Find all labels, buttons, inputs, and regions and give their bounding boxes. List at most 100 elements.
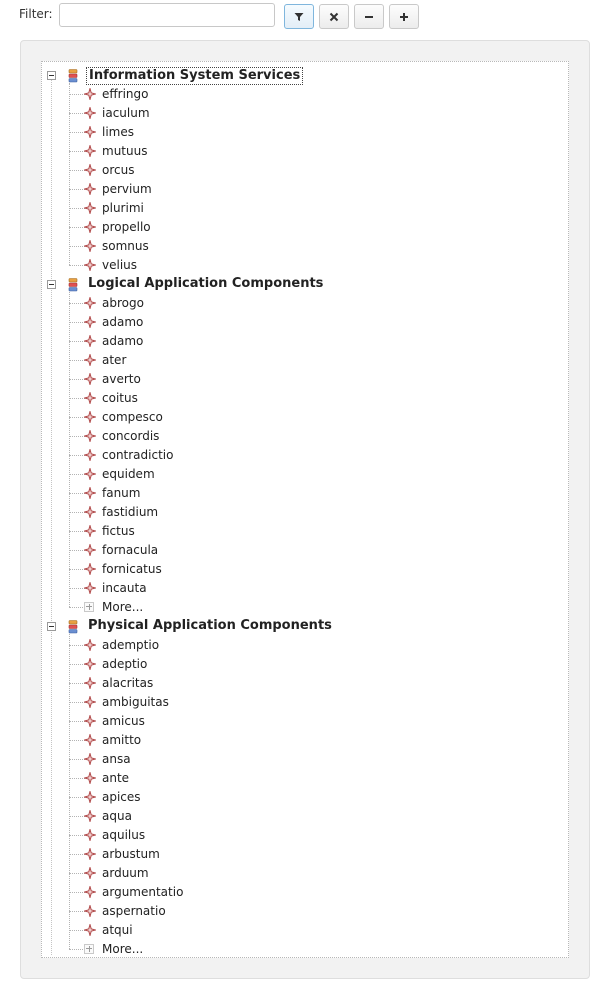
- tree-item[interactable]: somnus: [42, 237, 568, 256]
- tree-item[interactable]: propello: [42, 218, 568, 237]
- tree-item-label[interactable]: ater: [102, 352, 126, 368]
- tree-item[interactable]: amicus: [42, 712, 568, 731]
- tree-item[interactable]: apices: [42, 788, 568, 807]
- tree-item-label[interactable]: orcus: [102, 162, 134, 178]
- tree-item[interactable]: velius: [42, 256, 568, 275]
- tree-item-label[interactable]: amicus: [102, 713, 145, 729]
- tree-item-label[interactable]: equidem: [102, 466, 155, 482]
- tree-item-label[interactable]: incauta: [102, 580, 147, 596]
- tree-item-label[interactable]: plurimi: [102, 200, 144, 216]
- tree-item[interactable]: adamo: [42, 313, 568, 332]
- filter-input[interactable]: [59, 3, 275, 27]
- more-link[interactable]: More...: [102, 941, 143, 957]
- tree-item-label[interactable]: abrogo: [102, 295, 144, 311]
- tree-item-label[interactable]: iaculum: [102, 105, 150, 121]
- tree-item-label[interactable]: argumentatio: [102, 884, 183, 900]
- tree-item[interactable]: equidem: [42, 465, 568, 484]
- tree-item[interactable]: mutuus: [42, 142, 568, 161]
- tree-item[interactable]: concordis: [42, 427, 568, 446]
- tree-item-label[interactable]: apices: [102, 789, 141, 805]
- collapse-toggle-icon[interactable]: [47, 622, 56, 631]
- tree-item[interactable]: ansa: [42, 750, 568, 769]
- tree-item[interactable]: fornicatus: [42, 560, 568, 579]
- tree-item-label[interactable]: contradictio: [102, 447, 173, 463]
- tree-item-label[interactable]: mutuus: [102, 143, 147, 159]
- tree-item[interactable]: limes: [42, 123, 568, 142]
- tree-item-label[interactable]: velius: [102, 257, 137, 273]
- tree-item-label[interactable]: arbustum: [102, 846, 160, 862]
- tree-item-label[interactable]: ante: [102, 770, 129, 786]
- tree-item[interactable]: compesco: [42, 408, 568, 427]
- more-row[interactable]: More...: [42, 940, 568, 959]
- collapse-toggle-icon[interactable]: [47, 71, 56, 80]
- tree-item-label[interactable]: fornacula: [102, 542, 158, 558]
- tree-item-label[interactable]: fornicatus: [102, 561, 162, 577]
- tree-item-label[interactable]: averto: [102, 371, 141, 387]
- tree-item-label[interactable]: ambiguitas: [102, 694, 169, 710]
- tree-item-label[interactable]: concordis: [102, 428, 159, 444]
- more-link[interactable]: More...: [102, 599, 143, 615]
- tree-item-label[interactable]: adamo: [102, 314, 143, 330]
- tree-item[interactable]: coitus: [42, 389, 568, 408]
- tree-item-label[interactable]: somnus: [102, 238, 149, 254]
- tree-item-label[interactable]: atqui: [102, 922, 133, 938]
- tree-item-label[interactable]: pervium: [102, 181, 152, 197]
- tree-item-label[interactable]: coitus: [102, 390, 138, 406]
- tree-item[interactable]: ante: [42, 769, 568, 788]
- tree-item-label[interactable]: limes: [102, 124, 134, 140]
- tree-item[interactable]: incauta: [42, 579, 568, 598]
- tree-item-label[interactable]: alacritas: [102, 675, 153, 691]
- tree-item[interactable]: fastidium: [42, 503, 568, 522]
- tree-item-label[interactable]: effringo: [102, 86, 148, 102]
- tree-item-label[interactable]: propello: [102, 219, 151, 235]
- tree-group-label[interactable]: Physical Application Components: [86, 618, 334, 634]
- tree-item[interactable]: fornacula: [42, 541, 568, 560]
- tree-item[interactable]: averto: [42, 370, 568, 389]
- tree-item-label[interactable]: fanum: [102, 485, 140, 501]
- tree-item[interactable]: adeptio: [42, 655, 568, 674]
- tree-item-label[interactable]: compesco: [102, 409, 163, 425]
- tree-item-label[interactable]: arduum: [102, 865, 149, 881]
- tree-item[interactable]: adamo: [42, 332, 568, 351]
- tree-item[interactable]: plurimi: [42, 199, 568, 218]
- tree-item[interactable]: atqui: [42, 921, 568, 940]
- tree-item-label[interactable]: aqua: [102, 808, 132, 824]
- tree-item[interactable]: arbustum: [42, 845, 568, 864]
- tree-item-label[interactable]: adeptio: [102, 656, 147, 672]
- tree-group[interactable]: Physical Application Components: [42, 617, 568, 636]
- tree-item-label[interactable]: ansa: [102, 751, 131, 767]
- expand-more-icon[interactable]: [84, 944, 94, 954]
- tree-group-label[interactable]: Logical Application Components: [86, 276, 325, 292]
- tree-item[interactable]: abrogo: [42, 294, 568, 313]
- tree-item[interactable]: argumentatio: [42, 883, 568, 902]
- filter-button[interactable]: [284, 4, 314, 29]
- expand-all-button[interactable]: [389, 4, 419, 29]
- tree-item[interactable]: ambiguitas: [42, 693, 568, 712]
- collapse-all-button[interactable]: [354, 4, 384, 29]
- tree-item[interactable]: pervium: [42, 180, 568, 199]
- tree-item-label[interactable]: amitto: [102, 732, 141, 748]
- tree-item[interactable]: iaculum: [42, 104, 568, 123]
- tree-item[interactable]: ademptio: [42, 636, 568, 655]
- tree-item[interactable]: amitto: [42, 731, 568, 750]
- tree-item[interactable]: alacritas: [42, 674, 568, 693]
- more-row[interactable]: More...: [42, 598, 568, 617]
- tree-item[interactable]: aspernatio: [42, 902, 568, 921]
- tree-item-label[interactable]: aquilus: [102, 827, 145, 843]
- tree-item[interactable]: contradictio: [42, 446, 568, 465]
- tree-item-label[interactable]: aspernatio: [102, 903, 166, 919]
- collapse-toggle-icon[interactable]: [47, 280, 56, 289]
- clear-filter-button[interactable]: [319, 4, 349, 29]
- tree-item[interactable]: orcus: [42, 161, 568, 180]
- expand-more-icon[interactable]: [84, 602, 94, 612]
- tree-item[interactable]: aquilus: [42, 826, 568, 845]
- tree-item[interactable]: arduum: [42, 864, 568, 883]
- tree-group[interactable]: Logical Application Components: [42, 275, 568, 294]
- tree-item-label[interactable]: fictus: [102, 523, 135, 539]
- tree-group-label[interactable]: Information System Services: [86, 67, 304, 85]
- tree-item[interactable]: aqua: [42, 807, 568, 826]
- tree-item[interactable]: effringo: [42, 85, 568, 104]
- tree-item-label[interactable]: ademptio: [102, 637, 159, 653]
- tree-item-label[interactable]: adamo: [102, 333, 143, 349]
- tree-group[interactable]: Information System Services: [42, 66, 568, 85]
